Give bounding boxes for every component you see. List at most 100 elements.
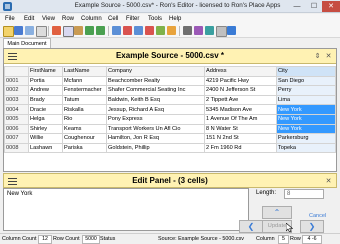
filter-icon[interactable] [156, 26, 165, 35]
table-row[interactable]: 0001 Portia Mcfann Beachcomber Realty 4219 P… [4, 75, 336, 87]
minimize-button[interactable]: — [290, 1, 304, 12]
address-cell[interactable]: 2 Fm 1960 Rd [204, 142, 277, 154]
lastname-cell[interactable]: Rio [62, 113, 107, 125]
column-header-firstname[interactable]: FirstName [28, 66, 63, 77]
table-row[interactable]: 0007 Willie Coughenour Hamilton, Jon R Esq 1… [4, 133, 336, 144]
address-cell[interactable]: 8 N Water St [204, 123, 277, 135]
print-icon[interactable] [36, 26, 47, 37]
table-row[interactable]: 0002 Andrew Fenstermacher Shafer Commercial… [4, 85, 336, 96]
address-cell[interactable]: 4219 Pacific Hwy [204, 75, 277, 87]
company-cell[interactable]: Hamilton, Jon R Esq [106, 133, 205, 144]
city-cell[interactable]: New York [276, 104, 336, 115]
menu-view[interactable]: View [40, 15, 57, 23]
firstname-cell[interactable]: Brady [28, 94, 63, 106]
column-header-city[interactable]: City [276, 66, 336, 77]
column-header-lastname[interactable]: LastName [62, 66, 107, 77]
row-number-cell[interactable]: 0005 [4, 113, 29, 125]
table-row[interactable]: 0004 Dracie Riskalla Jessup, Richard A Esq 5… [4, 104, 336, 115]
address-cell[interactable]: 5345 Madison Ave [204, 104, 277, 115]
close-icon[interactable]: ✕ [324, 177, 333, 186]
pin-icon[interactable]: ⇕ [313, 52, 322, 61]
firstname-cell[interactable]: Helga [28, 113, 63, 125]
menu-tools[interactable]: Tools [146, 15, 164, 23]
open-icon[interactable] [3, 26, 14, 37]
menu-filter[interactable]: Filter [124, 15, 141, 23]
maximize-button[interactable]: ☐ [307, 1, 321, 12]
lastname-cell[interactable]: Mcfann [62, 75, 107, 87]
menu-file[interactable]: File [3, 15, 17, 23]
undo-icon[interactable] [85, 26, 94, 35]
firstname-cell[interactable]: Willie [28, 133, 63, 144]
lastname-cell[interactable]: Fenstermacher [62, 85, 107, 96]
row-number-cell[interactable]: 0008 [4, 142, 29, 154]
cancel-button[interactable]: Cancel [309, 213, 326, 219]
paste-icon[interactable] [74, 26, 83, 35]
address-cell[interactable]: 151 N 2nd St [204, 133, 277, 144]
lastname-cell[interactable]: Tatum [62, 94, 107, 106]
save-all-icon[interactable] [25, 26, 34, 35]
city-cell[interactable]: Parkersburg [276, 133, 336, 144]
row-number-cell[interactable]: 0003 [4, 94, 29, 106]
city-cell[interactable]: San Diego [276, 75, 336, 87]
lastname-cell[interactable]: Coughenour [62, 133, 107, 144]
firstname-cell[interactable]: Shirley [28, 123, 63, 135]
address-cell[interactable]: 1 Avenue Of The Am [204, 113, 277, 125]
row-number-cell[interactable]: 0001 [4, 75, 29, 87]
help-icon[interactable] [227, 26, 236, 35]
company-cell[interactable]: Baldwin, Keith B Esq [106, 94, 205, 106]
table-row[interactable]: 0008 Lashawn Pariska Goldstein, Phillip 2 Fm… [4, 142, 336, 154]
move-right-button[interactable]: ❯ [300, 220, 324, 233]
firstname-cell[interactable]: Andrew [28, 85, 63, 96]
column-header-address[interactable]: Address [204, 66, 277, 77]
menu-row[interactable]: Row [60, 15, 76, 23]
company-cell[interactable]: Shafer Commercial Seating Inc [106, 85, 205, 96]
menu-help[interactable]: Help [167, 15, 183, 23]
city-cell[interactable]: Lima [276, 94, 336, 106]
tab-main-document[interactable]: Main Document [3, 38, 51, 48]
menu-edit[interactable]: Edit [22, 15, 36, 23]
address-cell[interactable]: 2400 N Jefferson St [204, 85, 277, 96]
column-header-company[interactable]: Company [106, 66, 205, 77]
menu-cell[interactable]: Cell [106, 15, 120, 23]
row-number-cell[interactable]: 0006 [4, 123, 29, 135]
search-icon[interactable] [183, 26, 192, 35]
insert-row-icon[interactable] [112, 26, 121, 35]
go-to-icon[interactable] [205, 26, 214, 35]
copy-icon[interactable] [63, 26, 74, 37]
sort-icon[interactable] [167, 26, 176, 35]
table-row[interactable]: 0005 Helga Rio Pony Express 1 Avenue Of The … [4, 113, 336, 125]
city-cell[interactable]: Perry [276, 85, 336, 96]
table-row[interactable]: 0003 Brady Tatum Baldwin, Keith B Esq 2 Tipp… [4, 94, 336, 106]
lastname-cell[interactable]: Riskalla [62, 104, 107, 115]
firstname-cell[interactable]: Portia [28, 75, 63, 87]
close-button[interactable]: ✕ [322, 1, 340, 12]
company-cell[interactable]: Transport Workers Un Afl Cio [106, 123, 205, 135]
company-cell[interactable]: Goldstein, Phillip [106, 142, 205, 154]
city-cell[interactable]: New York [276, 123, 336, 135]
lastname-cell[interactable]: Pariska [62, 142, 107, 154]
address-cell[interactable]: 2 Tippett Ave [204, 94, 277, 106]
table-row[interactable]: 0006 Shirley Keams Transport Workers Un Afl… [4, 123, 336, 135]
company-cell[interactable]: Pony Express [106, 113, 205, 125]
row-number-cell[interactable]: 0007 [4, 133, 29, 144]
redo-icon[interactable] [96, 26, 105, 35]
insert-column-icon[interactable] [134, 26, 143, 35]
city-cell[interactable]: Topeka [276, 142, 336, 154]
move-up-button[interactable]: ⌃ [262, 206, 292, 219]
cell-value-editor[interactable] [3, 188, 249, 231]
settings-icon[interactable] [216, 26, 227, 37]
lastname-cell[interactable]: Keams [62, 123, 107, 135]
row-number-cell[interactable]: 0002 [4, 85, 29, 96]
company-cell[interactable]: Beachcomber Realty [106, 75, 205, 87]
cut-icon[interactable] [52, 26, 61, 35]
menu-column[interactable]: Column [79, 15, 104, 23]
data-grid[interactable]: FirstName LastName Company Address City … [4, 66, 336, 154]
save-icon[interactable] [14, 26, 23, 35]
firstname-cell[interactable]: Dracie [28, 104, 63, 115]
delete-column-icon[interactable] [145, 26, 154, 35]
corner-cell[interactable] [4, 66, 29, 77]
row-number-cell[interactable]: 0004 [4, 104, 29, 115]
company-cell[interactable]: Jessup, Richard A Esq [106, 104, 205, 115]
close-icon[interactable]: ✕ [324, 52, 333, 61]
city-cell[interactable]: New York [276, 113, 336, 125]
